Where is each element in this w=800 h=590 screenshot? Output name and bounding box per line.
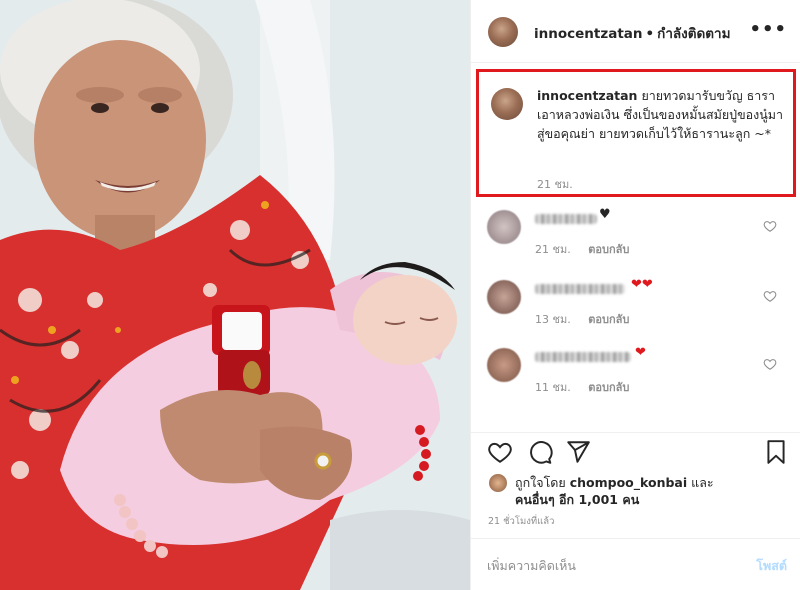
likes-others-count[interactable]: คนอื่นๆ อีก 1,001 คน xyxy=(515,492,639,507)
author-username-line: innocentzatan • กำลังติดตาม xyxy=(534,22,731,44)
comment-emoji: ♥ xyxy=(599,207,611,222)
commenter-username-blurred[interactable] xyxy=(535,284,625,294)
comment-item: ♥ 21 ชม. ตอบกลับ xyxy=(471,207,800,274)
likes-prefix: ถูกใจโดย xyxy=(515,475,566,490)
likes-summary: ถูกใจโดย chompoo_konbai และ คนอื่นๆ อีก … xyxy=(471,470,800,510)
bookmark-icon[interactable] xyxy=(763,439,789,465)
post-timestamp[interactable]: 21 ชั่วโมงที่แล้ว xyxy=(488,514,554,529)
comment-item: ❤❤ 13 ชม. ตอบกลับ xyxy=(471,277,800,344)
comment-time[interactable]: 11 ชม. xyxy=(535,381,571,394)
liker-username[interactable]: chompoo_konbai xyxy=(570,475,687,490)
likes-line-2: คนอื่นๆ อีก 1,001 คน xyxy=(515,490,639,510)
caption-timestamp[interactable]: 21 ชม. xyxy=(537,175,573,193)
comment-like-heart-icon[interactable] xyxy=(763,219,777,233)
comment-time[interactable]: 21 ชม. xyxy=(535,243,571,256)
more-options-icon[interactable]: ••• xyxy=(749,19,787,40)
comment-item: ❤ 11 ชม. ตอบกลับ xyxy=(471,345,800,412)
comment-emoji: ❤ xyxy=(635,345,646,360)
commenter-username-blurred[interactable] xyxy=(535,214,597,224)
following-button[interactable]: กำลังติดตาม xyxy=(657,26,730,42)
comment-icon[interactable] xyxy=(527,439,553,465)
comment-input[interactable]: เพิ่มความคิดเห็น xyxy=(487,556,576,576)
comment-like-heart-icon[interactable] xyxy=(763,357,777,371)
commenter-avatar[interactable] xyxy=(487,280,521,314)
add-comment-bar: เพิ่มความคิดเห็น โพสต์ xyxy=(471,538,800,590)
send-icon[interactable] xyxy=(565,439,591,465)
reply-button[interactable]: ตอบกลับ xyxy=(588,243,629,256)
likes-conjunction: และ xyxy=(691,475,714,490)
comment-time[interactable]: 13 ชม. xyxy=(535,313,571,326)
heart-icon[interactable] xyxy=(487,439,513,465)
author-avatar[interactable] xyxy=(488,17,518,47)
caption-text-block: innocentzatan ยายทวดมารับขวัญ ธารา เอาหล… xyxy=(537,86,787,143)
instagram-post-view: innocentzatan • กำลังติดตาม ••• innocentza… xyxy=(0,0,800,590)
comment-like-heart-icon[interactable] xyxy=(763,289,777,303)
liker-avatar[interactable] xyxy=(489,474,507,492)
header-separator: • xyxy=(645,26,655,42)
reply-button[interactable]: ตอบกลับ xyxy=(588,381,629,394)
commenter-avatar[interactable] xyxy=(487,210,521,244)
caption-highlight-box: innocentzatan ยายทวดมารับขวัญ ธารา เอาหล… xyxy=(476,69,796,197)
comment-meta: 13 ชม. ตอบกลับ xyxy=(535,310,643,328)
caption-username[interactable]: innocentzatan xyxy=(537,88,637,103)
reply-button[interactable]: ตอบกลับ xyxy=(588,313,629,326)
comment-meta: 11 ชม. ตอบกลับ xyxy=(535,378,643,396)
photo-illustration xyxy=(0,0,470,590)
author-username[interactable]: innocentzatan xyxy=(534,26,643,42)
comment-emoji: ❤❤ xyxy=(631,277,653,292)
comment-meta: 21 ชม. ตอบกลับ xyxy=(535,240,643,258)
post-side-panel: innocentzatan • กำลังติดตาม ••• innocentza… xyxy=(470,0,800,590)
post-action-bar xyxy=(471,432,800,472)
commenter-avatar[interactable] xyxy=(487,348,521,382)
caption-author-avatar[interactable] xyxy=(491,88,523,120)
post-header: innocentzatan • กำลังติดตาม ••• xyxy=(471,0,800,63)
commenter-username-blurred[interactable] xyxy=(535,352,631,362)
post-photo[interactable] xyxy=(0,0,470,590)
post-comment-button[interactable]: โพสต์ xyxy=(756,556,787,576)
